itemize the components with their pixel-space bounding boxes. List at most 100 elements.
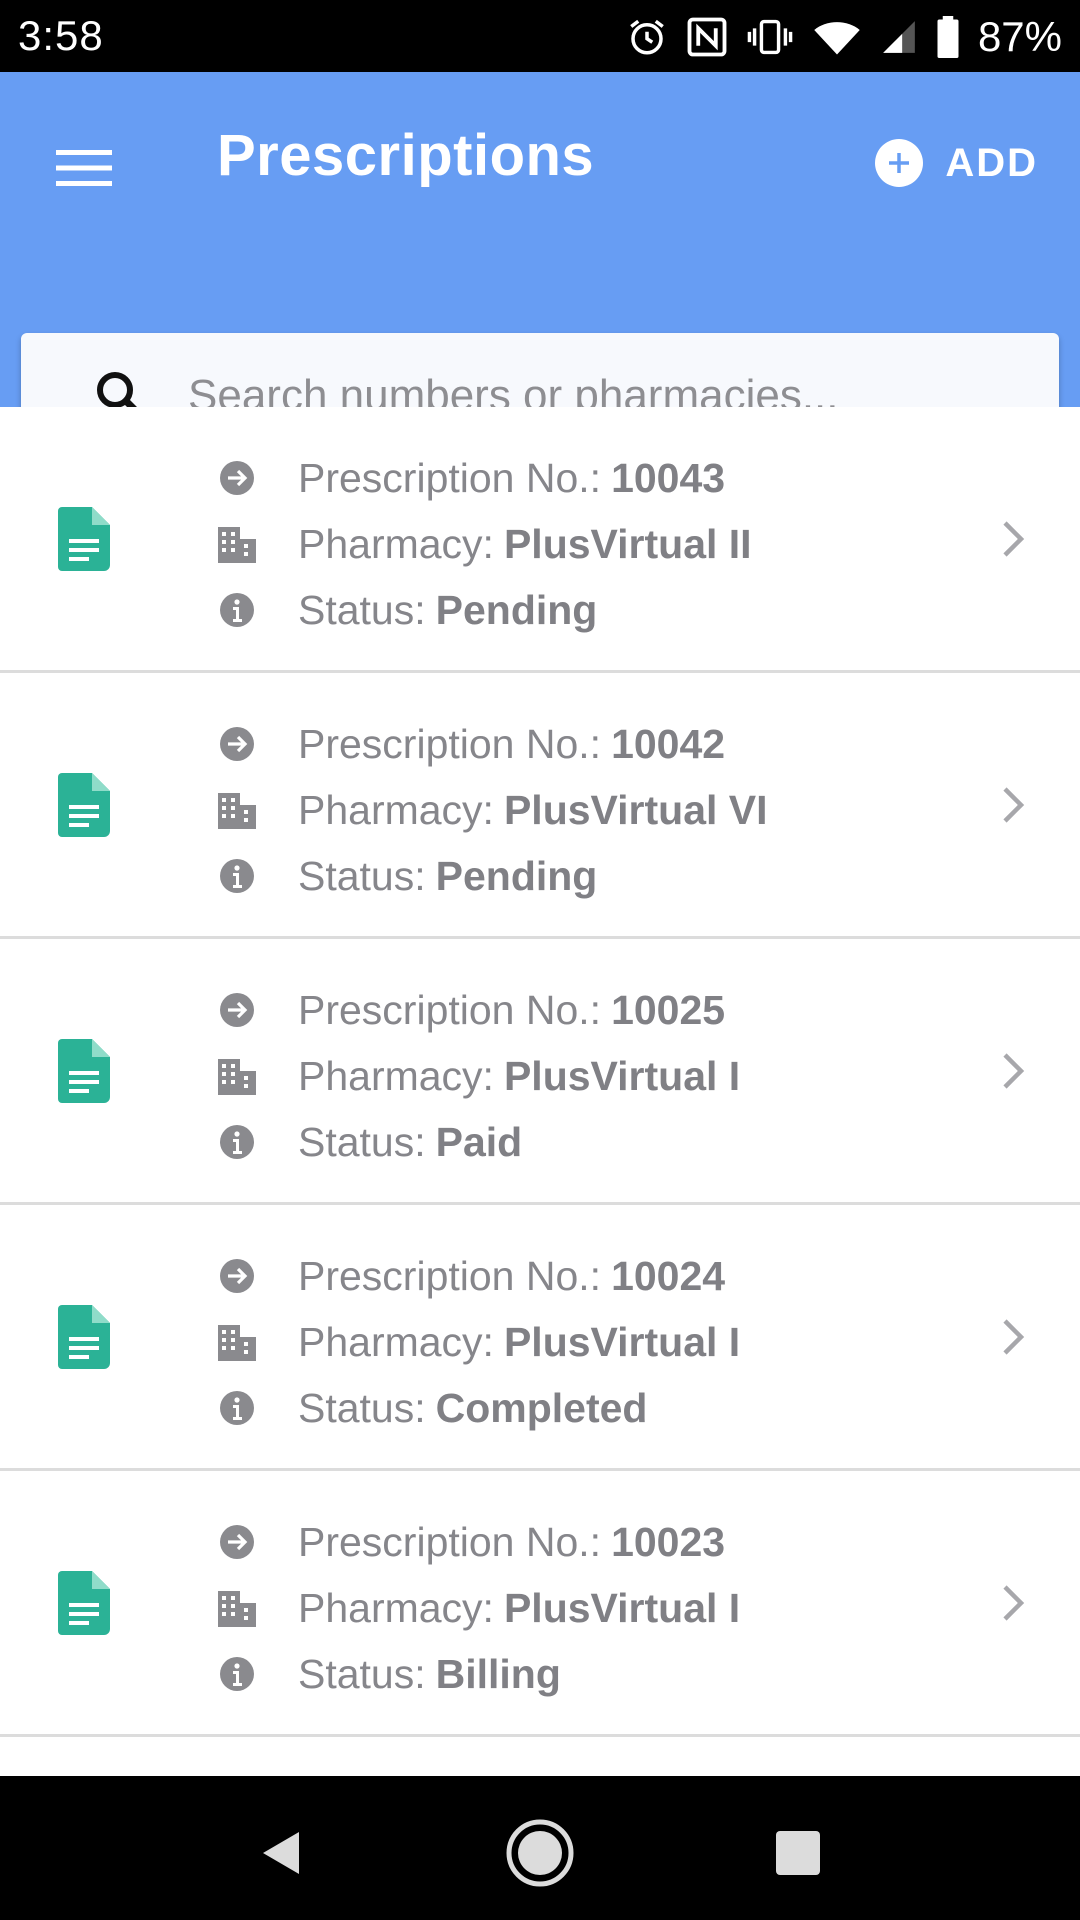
back-button[interactable] <box>245 1818 315 1888</box>
arrow-right-circle-icon <box>220 461 254 495</box>
pharmacy-name: PlusVirtual I <box>503 1584 741 1631</box>
status-value: Pending <box>435 852 598 899</box>
prescription-number-line: Prescription No.: 10043 <box>218 445 752 511</box>
status-label: Status: <box>298 1118 426 1165</box>
pharmacy-line: Pharmacy: PlusVirtual I <box>218 1309 740 1375</box>
chevron-right-icon <box>1003 1585 1025 1621</box>
home-icon <box>506 1819 574 1887</box>
status-label: Status: <box>298 852 426 899</box>
building-icon <box>218 1591 256 1627</box>
chevron-right-icon <box>1003 787 1025 823</box>
pharmacy-line: Pharmacy: PlusVirtual I <box>218 1043 740 1109</box>
battery-percent: 87% <box>977 13 1062 60</box>
add-button-label: ADD <box>945 140 1038 185</box>
info-icon <box>220 1125 254 1159</box>
recents-icon <box>776 1831 820 1875</box>
prescription-number: 10023 <box>611 1518 726 1565</box>
pharmacy-line: Pharmacy: PlusVirtual II <box>218 511 752 577</box>
building-icon <box>218 793 256 829</box>
status-label: Status: <box>298 1384 426 1431</box>
arrow-right-circle-icon <box>220 993 254 1027</box>
pharmacy-line: Pharmacy: PlusVirtual I <box>218 1575 740 1641</box>
vibrate-icon <box>747 19 793 55</box>
status-bar: 3:58 87% <box>0 0 1080 72</box>
wifi-icon <box>814 22 860 55</box>
arrow-right-circle-icon <box>220 1259 254 1293</box>
prescription-number-line: Prescription No.: 10042 <box>218 711 768 777</box>
list-item[interactable]: Prescription No.: 10043 Pharmacy: PlusVi… <box>0 407 1080 673</box>
pharmacy-label: Pharmacy: <box>298 1052 494 1099</box>
prescription-number-label: Prescription No.: <box>298 454 602 501</box>
navigation-bar <box>0 1776 1080 1920</box>
app-bar: Prescriptions ADD <box>0 72 1080 458</box>
prescription-number-line: Prescription No.: 10024 <box>218 1243 740 1309</box>
prescription-number: 10025 <box>611 986 726 1033</box>
prescription-number: 10024 <box>611 1252 726 1299</box>
building-icon <box>218 1325 256 1361</box>
list-item[interactable]: Prescription No.: 10042 Pharmacy: PlusVi… <box>0 673 1080 939</box>
list-item[interactable]: Prescription No.: 10023 Pharmacy: PlusVi… <box>0 1471 1080 1737</box>
chevron-right-icon <box>1003 1319 1025 1355</box>
nfc-icon <box>687 17 727 57</box>
document-icon <box>58 507 110 571</box>
home-button[interactable] <box>505 1818 575 1888</box>
status-time: 3:58 <box>18 12 104 59</box>
arrow-right-circle-icon <box>220 727 254 761</box>
list-item[interactable]: Prescription No.: 10024 Pharmacy: PlusVi… <box>0 1205 1080 1471</box>
pharmacy-name: PlusVirtual II <box>503 520 752 567</box>
document-icon <box>58 1571 110 1635</box>
info-icon <box>220 859 254 893</box>
info-icon <box>220 1657 254 1691</box>
status-line: Status: Paid <box>218 1109 740 1175</box>
signal-icon <box>883 21 915 53</box>
pharmacy-label: Pharmacy: <box>298 1584 494 1631</box>
prescription-number-label: Prescription No.: <box>298 986 602 1033</box>
prescription-number-label: Prescription No.: <box>298 1518 602 1565</box>
back-icon <box>263 1832 299 1874</box>
status-line: Status: Billing <box>218 1641 740 1707</box>
status-value: Pending <box>435 586 598 633</box>
status-value: Paid <box>435 1118 523 1165</box>
battery-icon <box>937 16 959 58</box>
status-line: Status: Pending <box>218 843 768 909</box>
status-line: Status: Pending <box>218 577 752 643</box>
pharmacy-name: PlusVirtual I <box>503 1052 741 1099</box>
info-icon <box>220 593 254 627</box>
prescription-list: Prescription No.: 10043 Pharmacy: PlusVi… <box>0 407 1080 1737</box>
hamburger-menu-icon <box>56 150 112 186</box>
prescription-number: 10042 <box>611 720 726 767</box>
pharmacy-name: PlusVirtual VI <box>503 786 768 833</box>
building-icon <box>218 527 256 563</box>
status-icons: 87% <box>626 12 1062 62</box>
chevron-right-icon <box>1003 1053 1025 1089</box>
prescription-number-line: Prescription No.: 10023 <box>218 1509 740 1575</box>
pharmacy-label: Pharmacy: <box>298 520 494 567</box>
arrow-right-circle-icon <box>220 1525 254 1559</box>
status-value: Completed <box>435 1384 648 1431</box>
status-line: Status: Completed <box>218 1375 740 1441</box>
add-button[interactable]: ADD <box>875 128 1038 198</box>
add-circle-icon <box>875 139 924 187</box>
building-icon <box>218 1059 256 1095</box>
pharmacy-line: Pharmacy: PlusVirtual VI <box>218 777 768 843</box>
prescription-number-label: Prescription No.: <box>298 1252 602 1299</box>
document-icon <box>58 1305 110 1369</box>
menu-button[interactable] <box>48 132 120 204</box>
recents-button[interactable] <box>763 1818 833 1888</box>
prescription-number-label: Prescription No.: <box>298 720 602 767</box>
status-value: Billing <box>435 1650 561 1697</box>
document-icon <box>58 1039 110 1103</box>
alarm-icon <box>630 19 664 55</box>
chevron-right-icon <box>1003 521 1025 557</box>
prescription-number-line: Prescription No.: 10025 <box>218 977 740 1043</box>
pharmacy-label: Pharmacy: <box>298 1318 494 1365</box>
status-label: Status: <box>298 1650 426 1697</box>
document-icon <box>58 773 110 837</box>
prescription-number: 10043 <box>611 454 726 501</box>
pharmacy-label: Pharmacy: <box>298 786 494 833</box>
info-icon <box>220 1391 254 1425</box>
page-title: Prescriptions <box>217 123 595 188</box>
list-item[interactable]: Prescription No.: 10025 Pharmacy: PlusVi… <box>0 939 1080 1205</box>
pharmacy-name: PlusVirtual I <box>503 1318 741 1365</box>
status-label: Status: <box>298 586 426 633</box>
